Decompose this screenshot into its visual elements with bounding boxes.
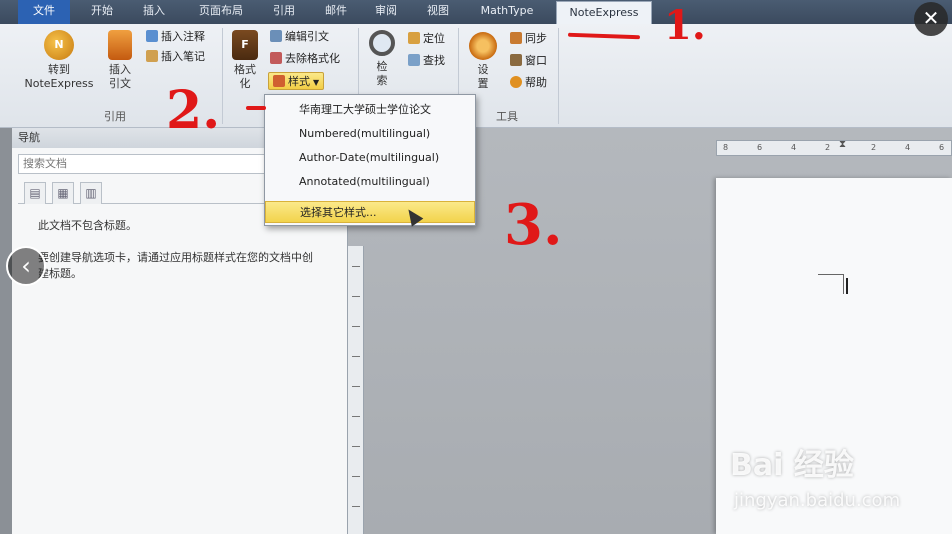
insert-note-button[interactable]: 插入注释: [146, 28, 205, 46]
baidu-jingyan-logo: Bai 经验: [730, 448, 854, 483]
style-option-numbered[interactable]: Numbered(multilingual): [265, 123, 475, 145]
text-cursor: [846, 278, 848, 294]
watermark-url: jingyan.baidu.com: [734, 490, 901, 511]
style-label: 样式: [288, 75, 310, 88]
style-option-author-date[interactable]: Author-Date(multilingual): [265, 147, 475, 169]
screenshot-frame: 文件 开始 插入 页面布局 引用 邮件 审阅 视图 MathType NoteE…: [0, 0, 952, 534]
remove-format-button[interactable]: 去除格式化: [270, 50, 340, 68]
style-dropdown-menu: 华南理工大学硕士学位论文 Numbered(multilingual) Auth…: [264, 94, 476, 226]
annotation-step-2: 2.: [166, 80, 221, 141]
format-button[interactable]: F 格式 化: [228, 30, 262, 91]
tab-insert[interactable]: 插入: [134, 0, 174, 24]
window-label: 窗口: [525, 54, 547, 67]
annotation-step-3: 3.: [504, 192, 563, 258]
tab-file[interactable]: 文件: [18, 0, 70, 24]
remove-format-label: 去除格式化: [285, 52, 340, 65]
insert-citation-icon: [108, 30, 132, 60]
search-button[interactable]: 检 索: [364, 30, 400, 88]
ribbon-separator: [558, 28, 559, 124]
ribbon-separator: [222, 28, 223, 124]
help-label: 帮助: [525, 76, 547, 89]
group-label-cite: 引用: [104, 110, 126, 123]
edit-icon: [270, 30, 282, 42]
group-label-tools: 工具: [496, 110, 518, 123]
ruler-tick: 4: [905, 143, 911, 152]
tab-view[interactable]: 视图: [418, 0, 458, 24]
insert-note2-button[interactable]: 插入笔记: [146, 48, 205, 66]
ruler-tick: 2: [825, 143, 831, 152]
window-edge: [0, 128, 12, 534]
tab-review[interactable]: 审阅: [366, 0, 406, 24]
previous-image-icon[interactable]: ‹: [6, 246, 46, 286]
help-button[interactable]: 帮助: [510, 74, 547, 92]
magnifier-icon: [369, 30, 395, 56]
gear-icon: [469, 32, 497, 60]
tab-references[interactable]: 引用: [264, 0, 304, 24]
insert-citation-button[interactable]: 插入 引文: [100, 30, 140, 91]
search-label: 检 索: [376, 60, 388, 87]
close-icon[interactable]: ✕: [914, 2, 948, 36]
ribbon-tab-bar: 文件 开始 插入 页面布局 引用 邮件 审阅 视图 MathType NoteE…: [0, 0, 952, 25]
create-headings-hint: 要创建导航选项卡，请通过应用标题样式在您的文档中创建标题。: [38, 251, 313, 280]
help-icon: [510, 76, 522, 88]
find-label: 查找: [423, 54, 445, 67]
note-icon: [146, 30, 158, 42]
insert-note2-label: 插入笔记: [161, 50, 205, 63]
horizontal-ruler: 8 6 4 2 2 4 6 ⧗: [716, 139, 952, 156]
insert-note-label: 插入注释: [161, 30, 205, 43]
annotation-step-1: 1.: [664, 2, 706, 49]
tab-page-layout[interactable]: 页面布局: [186, 0, 256, 24]
eraser-icon: [270, 52, 282, 64]
style-option-annotated[interactable]: Annotated(multilingual): [265, 171, 475, 193]
noteexpress-logo-icon: N: [44, 30, 74, 60]
sync-icon: [510, 32, 522, 44]
format-icon: F: [232, 30, 258, 60]
chevron-down-icon: ▼: [313, 78, 320, 87]
goto-noteexpress-button[interactable]: N 转到 NoteExpress: [18, 30, 100, 91]
style-option-scut-thesis[interactable]: 华南理工大学硕士学位论文: [265, 99, 475, 121]
pen-icon: [146, 50, 158, 62]
ruler-tick: 8: [723, 143, 729, 152]
ruler-tick: 4: [791, 143, 797, 152]
edit-citation-label: 编辑引文: [285, 30, 329, 43]
pages-tab-icon[interactable]: ▦: [52, 182, 74, 204]
indent-marker-icon[interactable]: ⧗: [839, 139, 846, 150]
settings-label: 设 置: [477, 63, 489, 90]
ribbon: N 转到 NoteExpress 插入 引文 插入注释 插入笔记 引用 F 格式…: [0, 24, 952, 128]
tab-noteexpress[interactable]: NoteExpress: [556, 1, 652, 25]
annotation-dash: [246, 106, 266, 110]
window-icon: [510, 54, 522, 66]
style-icon: [273, 75, 285, 87]
settings-button[interactable]: 设 置: [466, 32, 500, 91]
window-button[interactable]: 窗口: [510, 52, 547, 70]
headings-tab-icon[interactable]: ▤: [24, 182, 46, 204]
tab-mailings[interactable]: 邮件: [316, 0, 356, 24]
style-dropdown-button[interactable]: 样式 ▼: [268, 72, 325, 90]
tab-mathtype[interactable]: MathType: [470, 0, 544, 24]
find-icon: [408, 54, 420, 66]
sync-label: 同步: [525, 32, 547, 45]
results-tab-icon[interactable]: ▥: [80, 182, 102, 204]
select-other-style-item[interactable]: 选择其它样式...: [265, 201, 475, 223]
ruler-tick: 2: [871, 143, 877, 152]
vertical-ruler: [348, 246, 364, 534]
ruler-tick: 6: [939, 143, 945, 152]
ruler-tick: 6: [757, 143, 763, 152]
find-button[interactable]: 查找: [408, 52, 445, 70]
tab-home[interactable]: 开始: [80, 0, 124, 24]
insert-citation-label: 插入 引文: [109, 63, 131, 90]
crop-mark: [818, 274, 844, 275]
goto-label: 转到 NoteExpress: [24, 63, 94, 90]
crop-mark: [843, 274, 844, 294]
locate-label: 定位: [423, 32, 445, 45]
locate-button[interactable]: 定位: [408, 30, 445, 48]
sync-button[interactable]: 同步: [510, 30, 547, 48]
locate-icon: [408, 32, 420, 44]
format-label: 格式 化: [234, 63, 256, 90]
edit-citation-button[interactable]: 编辑引文: [270, 28, 329, 46]
